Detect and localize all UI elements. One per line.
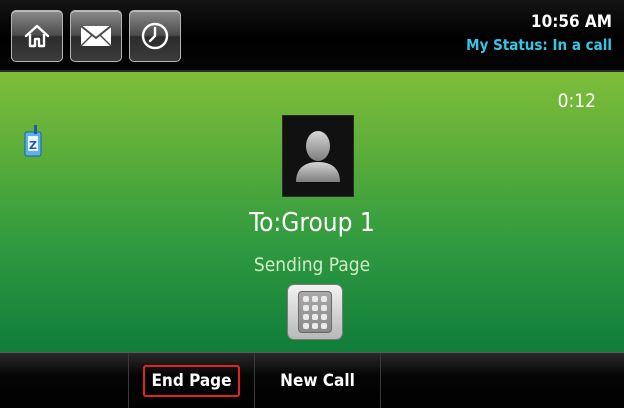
contact-avatar [282, 115, 354, 197]
end-page-button[interactable]: End Page [128, 353, 254, 408]
svg-text:Z: Z [29, 139, 37, 152]
end-page-label: End Page [143, 365, 240, 397]
callee-name: To:Group 1 [249, 208, 375, 238]
new-call-label: New Call [280, 371, 355, 391]
my-status-text[interactable]: My Status: In a call [466, 36, 612, 54]
top-status-bar: 10:56 AM My Status: In a call [0, 0, 624, 72]
dialpad-button[interactable] [287, 284, 343, 340]
person-silhouette-icon [283, 116, 353, 196]
call-state-text: Sending Page [253, 254, 371, 276]
envelope-icon [79, 23, 113, 49]
home-icon [22, 21, 52, 51]
call-timer: 0:12 [557, 90, 596, 112]
soft-key-bar: End Page New Call [0, 352, 624, 408]
clock-icon [139, 20, 171, 52]
soft-key-empty-right [380, 353, 624, 408]
dialpad-icon [298, 291, 332, 333]
active-call-panel: 0:12 Z To:Group 1 Sending Page [0, 72, 624, 352]
messages-button[interactable] [70, 10, 122, 62]
line-key-icon[interactable]: Z [22, 124, 44, 158]
soft-key-empty [0, 353, 128, 408]
recent-calls-button[interactable] [129, 10, 181, 62]
phone-screen: 10:56 AM My Status: In a call 0:12 Z To:… [0, 0, 624, 408]
home-button[interactable] [11, 10, 63, 62]
clock-time: 10:56 AM [530, 12, 612, 32]
new-call-button[interactable]: New Call [254, 353, 380, 408]
